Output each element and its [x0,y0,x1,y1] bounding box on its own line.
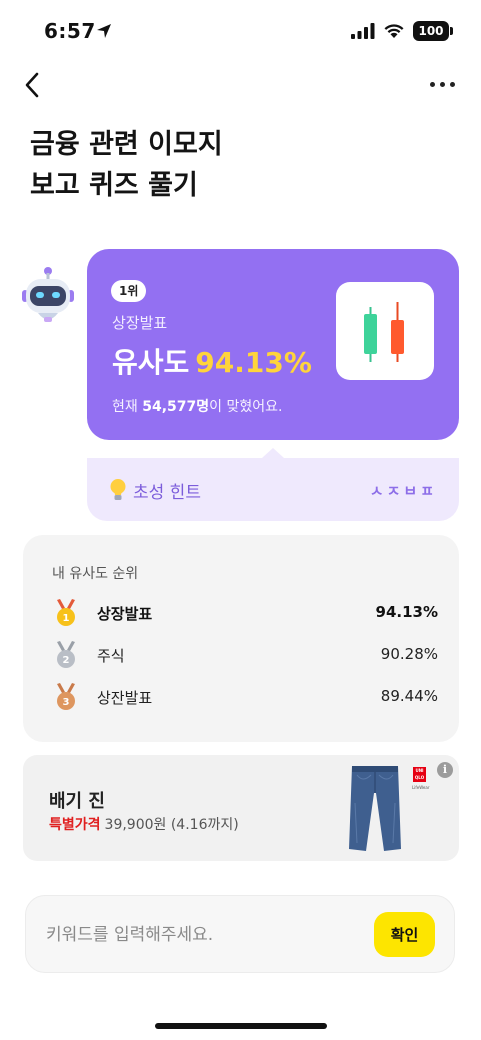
more-horizontal-icon [429,81,435,87]
answer-word: 상장발표 [112,314,168,332]
brand-logo: UNI QLO [413,767,426,782]
svg-text:1: 1 [63,613,70,624]
cellular-signal-icon [351,23,375,39]
solved-count-text: 현재 54,577명이 맞혔어요. [112,396,282,416]
ranking-word: 주식 [97,647,125,665]
solved-count: 54,577명 [142,399,210,415]
wifi-icon [384,24,404,38]
svg-text:3: 3 [63,697,70,708]
chevron-left-icon [25,72,39,98]
hint-pointer [262,448,284,458]
hint-label: 초성 힌트 [133,483,201,503]
similarity-label: 유사도 [112,346,190,379]
page-title: 금융 관련 이모지 보고 퀴즈 풀기 [30,124,430,206]
hint-initials: ㅅㅈㅂㅍ [369,482,437,500]
similarity-score: 유사도 94.13% [112,341,312,381]
home-indicator [155,1023,327,1029]
ranking-row-1[interactable]: 1 상장발표 94.13% [23,599,459,627]
solved-suffix: 이 맞혔어요. [209,399,283,415]
ranking-row-3[interactable]: 3 상잔발표 89.44% [23,683,459,711]
bronze-medal-icon: 3 [57,683,75,710]
solved-prefix: 현재 [112,399,143,415]
ranking-title: 내 유사도 순위 [52,566,139,582]
more-horizontal-icon [449,81,455,87]
more-horizontal-icon [439,81,445,87]
ad-price-value: 39,900원 (4.16까지) [104,817,239,833]
battery-icon: 100 [413,21,453,41]
page-title-line2: 보고 퀴즈 풀기 [30,170,198,201]
info-icon[interactable]: i [437,762,453,778]
ranking-row-2[interactable]: 2 주식 90.28% [23,641,459,669]
candlestick-chart-emoji [364,302,404,362]
robot-mascot-icon [22,267,74,322]
more-options-button[interactable] [427,76,457,92]
status-icons: 100 [351,20,453,42]
location-arrow-icon [97,24,111,38]
ranking-word: 상잔발표 [97,689,153,707]
ad-special-price-label: 특별가격 [49,817,101,833]
brand-tagline: LifeWear [412,785,430,790]
ad-banner[interactable]: 배기 진 특별가격 39,900원 (4.16까지) UNI QLO LifeWe… [23,755,459,861]
ranking-score: 89.44% [380,687,438,705]
ad-price: 특별가격 39,900원 (4.16까지) [49,814,239,834]
page-title-line1: 금융 관련 이모지 [30,129,223,160]
gold-medal-icon: 1 [57,599,75,626]
hint-bar[interactable]: 초성 힌트 ㅅㅈㅂㅍ [87,448,459,521]
rank-badge: 1위 [111,280,147,302]
ad-title: 배기 진 [49,791,105,812]
ranking-score: 90.28% [380,645,438,663]
lightbulb-icon [110,479,126,500]
ranking-word: 상장발표 [97,605,153,623]
ranking-card: 내 유사도 순위 1 상장발표 94.13% 2 주식 90.28% 3 상잔발… [23,535,459,742]
answer-form: 확인 [25,895,455,973]
jeans-product-image [349,766,401,851]
ranking-score: 94.13% [375,603,438,621]
similarity-percent: 94.13% [195,346,312,379]
result-card: 1위 상장발표 유사도 94.13% 현재 54,577명이 맞혔어요. [87,249,459,440]
status-bar: 6:57 100 [0,0,481,64]
confirm-button[interactable]: 확인 [374,912,435,957]
svg-text:2: 2 [63,655,70,666]
silver-medal-icon: 2 [57,641,75,668]
back-button[interactable] [22,70,46,100]
status-time: 6:57 [44,19,96,43]
emoji-box [336,282,434,380]
keyword-input[interactable] [46,916,356,954]
